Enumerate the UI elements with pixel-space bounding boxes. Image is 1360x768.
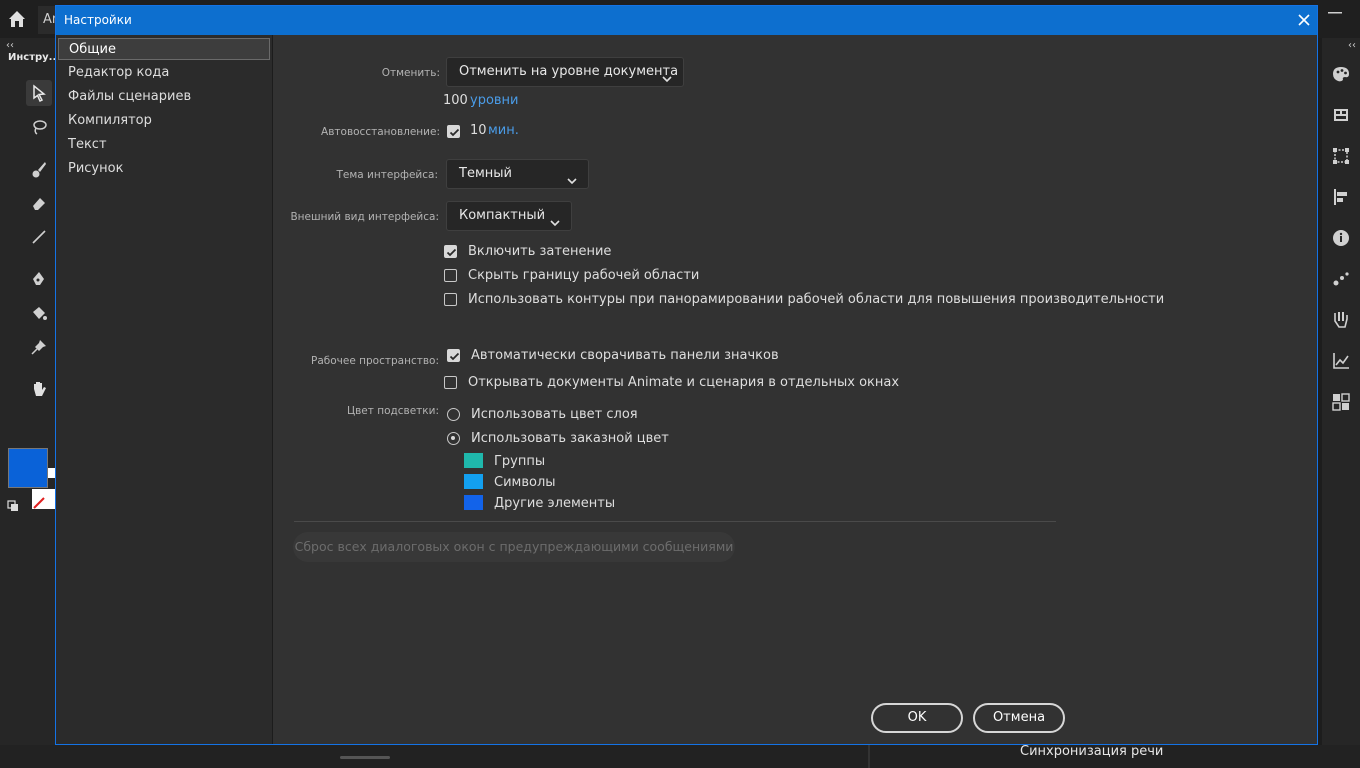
stroke-color-swatch[interactable] xyxy=(8,448,48,488)
motion-editor-icon[interactable] xyxy=(1330,350,1352,372)
pin-tool-icon[interactable] xyxy=(26,334,52,360)
other-elements-color-label: Другие элементы xyxy=(494,496,616,511)
info-icon[interactable] xyxy=(1330,227,1352,249)
open-separate-windows-checkbox[interactable] xyxy=(444,376,457,389)
swap-colors-icon[interactable] xyxy=(7,497,19,511)
groups-color-swatch[interactable] xyxy=(464,453,483,468)
preferences-sidebar: Общие Редактор кода Файлы сценариев Комп… xyxy=(56,35,273,744)
paint-bucket-tool-icon[interactable] xyxy=(26,300,52,326)
use-custom-color-label[interactable]: Использовать заказной цвет xyxy=(471,431,669,446)
line-tool-icon[interactable] xyxy=(26,224,52,250)
no-color-icon xyxy=(32,489,56,509)
lasso-tool-icon[interactable] xyxy=(26,114,52,140)
chevron-down-icon xyxy=(549,211,561,227)
enable-shading-checkbox[interactable] xyxy=(444,245,457,258)
use-outlines-label[interactable]: Использовать контуры при панорамировании… xyxy=(468,292,1164,307)
other-elements-color-swatch[interactable] xyxy=(464,495,483,510)
lip-sync-label[interactable]: Синхронизация речи xyxy=(1020,744,1163,759)
panel-divider xyxy=(868,745,870,768)
auto-collapse-label[interactable]: Автоматически сворачивать панели значков xyxy=(471,348,779,363)
sidebar-item-compiler[interactable]: Компилятор xyxy=(58,110,270,132)
theme-dropdown[interactable]: Темный xyxy=(446,159,589,189)
collapse-panel-icon[interactable]: ‹‹ xyxy=(1348,40,1356,51)
theme-label: Тема интерфейса: xyxy=(336,169,438,181)
undo-levels-value[interactable]: 100 xyxy=(443,93,468,108)
use-layer-color-radio[interactable] xyxy=(447,408,460,421)
tools-panel: ‹‹ Инстру... xyxy=(0,38,61,768)
resize-handle[interactable] xyxy=(340,756,390,759)
appearance-dropdown-value: Компактный xyxy=(459,208,546,223)
hide-stage-border-label[interactable]: Скрыть границу рабочей области xyxy=(468,268,699,283)
appearance-dropdown[interactable]: Компактный xyxy=(446,201,572,231)
sidebar-item-script-files[interactable]: Файлы сценариев xyxy=(58,86,270,108)
tools-panel-title: Инстру... xyxy=(8,52,61,63)
hide-stage-border-checkbox[interactable] xyxy=(444,269,457,282)
use-layer-color-label[interactable]: Использовать цвет слоя xyxy=(471,407,638,422)
use-custom-color-radio[interactable] xyxy=(447,432,460,445)
brush-tool-icon[interactable] xyxy=(26,156,52,182)
autorecovery-checkbox[interactable] xyxy=(447,125,460,138)
assets-icon[interactable] xyxy=(1330,391,1352,413)
autorecovery-minutes-value[interactable]: 10 xyxy=(470,123,487,138)
sidebar-item-text[interactable]: Текст xyxy=(58,134,270,156)
symbols-color-label: Символы xyxy=(494,475,556,490)
dialog-title: Настройки xyxy=(64,13,132,27)
undo-dropdown[interactable]: Отменить на уровне документа xyxy=(446,57,684,87)
align-icon[interactable] xyxy=(1330,186,1352,208)
cancel-button[interactable]: Отмена xyxy=(973,703,1065,733)
section-divider xyxy=(294,521,1056,522)
motion-presets-icon[interactable] xyxy=(1330,268,1352,290)
components-icon[interactable] xyxy=(1330,309,1352,331)
workspace-label: Рабочее пространство: xyxy=(311,355,439,367)
use-outlines-checkbox[interactable] xyxy=(444,293,457,306)
auto-collapse-checkbox[interactable] xyxy=(447,349,460,362)
enable-shading-label[interactable]: Включить затенение xyxy=(468,244,611,259)
symbols-color-swatch[interactable] xyxy=(464,474,483,489)
collapse-panel-icon[interactable]: ‹‹ xyxy=(6,40,14,51)
highlight-color-label: Цвет подсветки: xyxy=(346,405,439,417)
home-icon[interactable] xyxy=(7,9,27,29)
close-icon[interactable] xyxy=(1296,12,1312,28)
chevron-down-icon xyxy=(661,67,673,83)
minimize-icon[interactable] xyxy=(1322,4,1350,18)
hand-tool-icon[interactable] xyxy=(26,376,52,402)
undo-label: Отменить: xyxy=(381,67,440,79)
open-separate-windows-label[interactable]: Открывать документы Animate и сценария в… xyxy=(468,375,899,390)
groups-color-label: Группы xyxy=(494,454,546,469)
chevron-down-icon xyxy=(566,169,578,185)
library-icon[interactable] xyxy=(1330,104,1352,126)
undo-levels-unit: уровни xyxy=(470,93,519,108)
preferences-dialog: Настройки Общие Редактор кода Файлы сцен… xyxy=(55,5,1318,745)
pen-tool-icon[interactable] xyxy=(26,266,52,292)
undo-dropdown-value: Отменить на уровне документа xyxy=(459,64,679,79)
autorecovery-unit: мин. xyxy=(488,123,519,138)
dialog-title-bar: Настройки xyxy=(56,6,1317,35)
palette-icon[interactable] xyxy=(1330,63,1352,85)
sidebar-item-code-editor[interactable]: Редактор кода xyxy=(58,62,270,84)
appearance-label: Внешний вид интерфейса: xyxy=(290,211,439,223)
transform-icon[interactable] xyxy=(1330,145,1352,167)
eraser-tool-icon[interactable] xyxy=(26,190,52,216)
autorecovery-label: Автовосстановление: xyxy=(321,126,440,138)
selection-tool-icon[interactable] xyxy=(26,80,52,106)
theme-dropdown-value: Темный xyxy=(459,166,512,181)
ok-button[interactable]: OK xyxy=(871,703,963,733)
reset-warning-dialogs-button[interactable]: Сброс всех диалоговых окон с предупрежда… xyxy=(293,532,735,562)
sidebar-item-general[interactable]: Общие xyxy=(58,38,270,60)
